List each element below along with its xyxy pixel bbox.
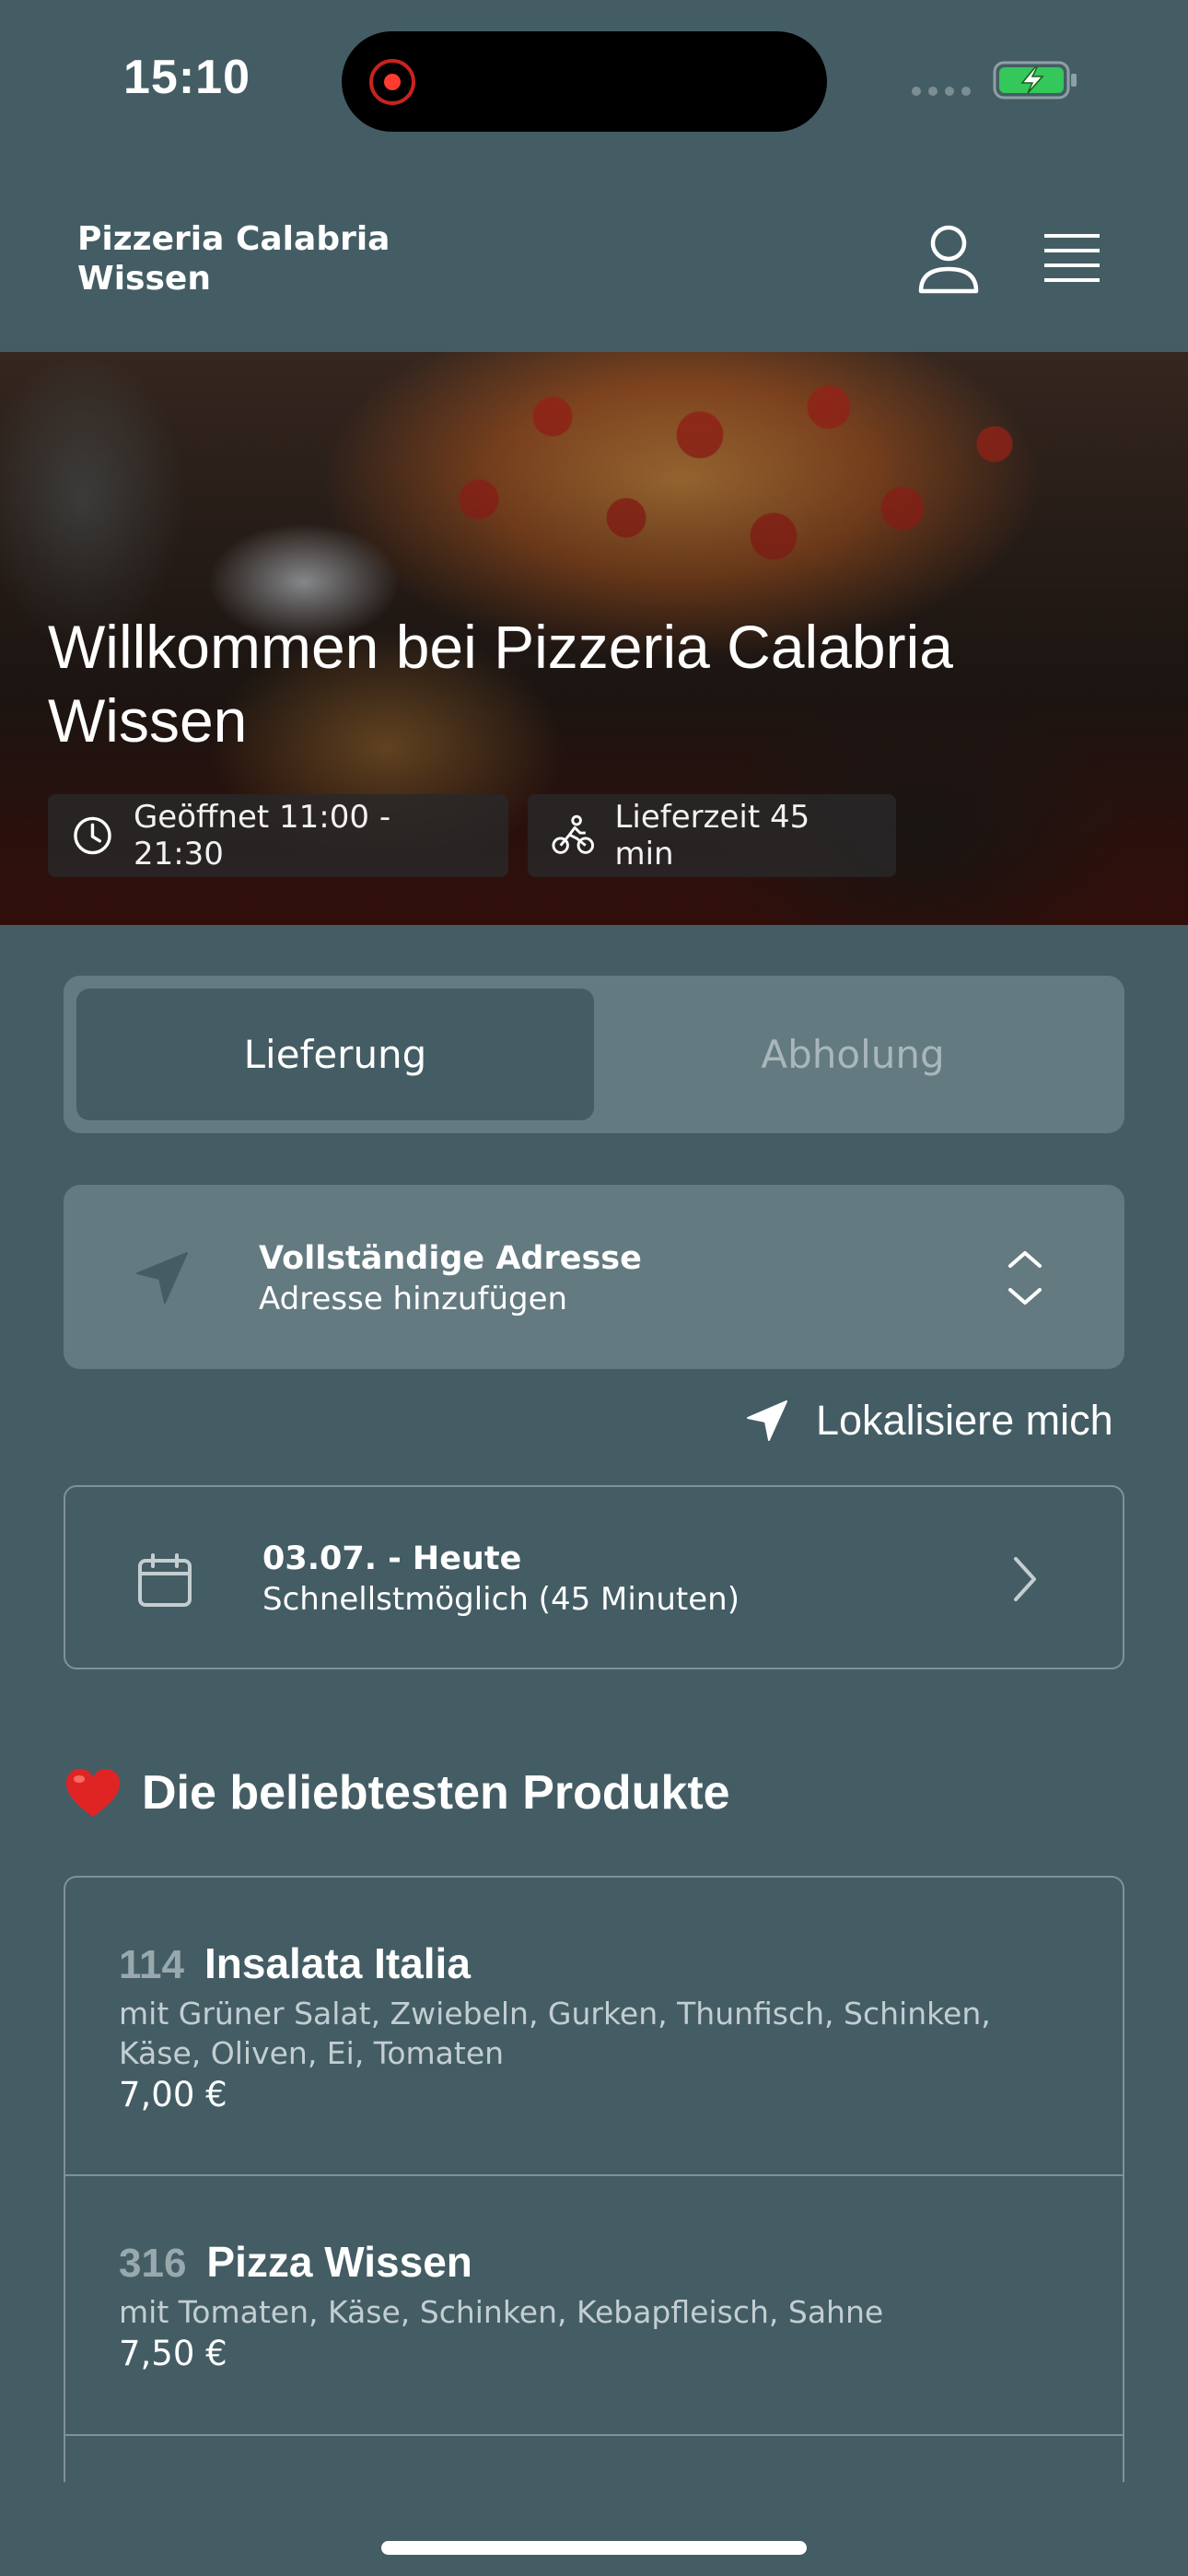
list-item[interactable]: 114 Insalata Italia mit Grüner Salat, Zw…	[65, 1878, 1123, 2176]
dynamic-island	[342, 31, 827, 132]
popular-products-list: 114 Insalata Italia mit Grüner Salat, Zw…	[64, 1876, 1124, 2482]
hamburger-menu-icon[interactable]	[1042, 230, 1101, 286]
bicycle-courier-icon	[552, 814, 594, 854]
clock-icon	[74, 816, 111, 855]
location-arrow-icon	[747, 1400, 787, 1441]
chevron-up-down-icon	[1008, 1251, 1042, 1305]
section-title: Die beliebtesten Produkte	[142, 1766, 730, 1820]
list-item[interactable]	[65, 2436, 1123, 2482]
app-header: Pizzeria Calabria Wissen	[0, 175, 1188, 352]
locate-me-label: Lokalisiere mich	[816, 1397, 1113, 1444]
opening-hours-chip: Geöffnet 11:00 - 21:30	[48, 794, 508, 877]
popular-products-heading: Die beliebtesten Produkte	[64, 1765, 730, 1821]
signal-dots-icon	[912, 87, 971, 96]
restaurant-name[interactable]: Pizzeria Calabria Wissen	[77, 219, 409, 299]
product-name: Insalata Italia	[204, 1939, 471, 1987]
status-time: 15:10	[123, 51, 250, 104]
chevron-right-icon	[1014, 1557, 1036, 1601]
opening-hours-label: Geöffnet 11:00 - 21:30	[133, 799, 391, 872]
address-selector[interactable]: Vollständige Adresse Adresse hinzufügen	[64, 1185, 1124, 1369]
address-subtitle: Adresse hinzufügen	[259, 1281, 568, 1317]
delivery-date: 03.07. - Heute	[262, 1540, 522, 1577]
calendar-icon	[138, 1553, 192, 1607]
delivery-time-option: Schnellstmöglich (45 Minuten)	[262, 1581, 740, 1618]
status-bar: 15:10	[0, 0, 1188, 175]
home-indicator[interactable]	[381, 2541, 807, 2555]
delivery-time-label: Lieferzeit 45 min	[614, 799, 810, 872]
address-title: Vollständige Adresse	[259, 1240, 642, 1277]
welcome-title: Willkommen bei Pizzeria Calabria Wissen	[48, 613, 953, 755]
battery-charging-icon	[993, 61, 1077, 100]
delivery-time-selector[interactable]: 03.07. - Heute Schnellstmöglich (45 Minu…	[64, 1485, 1124, 1669]
product-price: 7,50 €	[119, 2334, 227, 2373]
tab-delivery[interactable]: Lieferung	[76, 989, 594, 1120]
locate-me-button[interactable]: Lokalisiere mich	[746, 1397, 1113, 1445]
product-name: Pizza Wissen	[206, 2238, 472, 2286]
product-number: 114	[119, 1942, 184, 1987]
hero-banner: Willkommen bei Pizzeria Calabria Wissen …	[0, 352, 1188, 925]
heart-icon	[66, 1769, 120, 1817]
delivery-time-chip: Lieferzeit 45 min	[528, 794, 896, 877]
product-number: 316	[119, 2241, 187, 2286]
location-arrow-icon	[136, 1252, 188, 1304]
product-description: mit Tomaten, Käse, Schinken, Kebapfleisc…	[119, 2294, 884, 2330]
product-description: mit Grüner Salat, Zwiebeln, Gurken, Thun…	[119, 1996, 991, 2071]
product-price: 7,00 €	[119, 2075, 227, 2114]
user-icon[interactable]	[916, 223, 981, 297]
order-type-toggle: Lieferung Abholung	[64, 976, 1124, 1133]
recording-indicator-icon	[369, 59, 415, 105]
tab-pickup[interactable]: Abholung	[594, 989, 1112, 1120]
list-item[interactable]: 316 Pizza Wissen mit Tomaten, Käse, Schi…	[65, 2176, 1123, 2436]
